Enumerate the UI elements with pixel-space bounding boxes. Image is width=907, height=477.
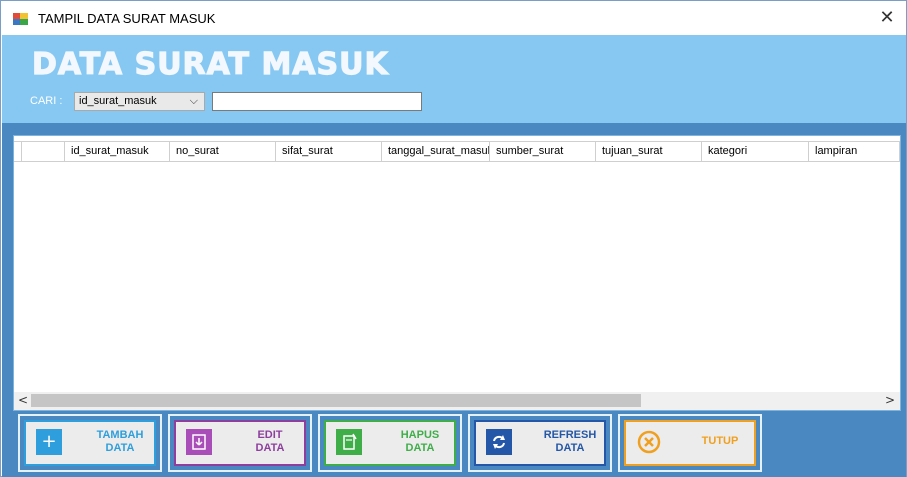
grid-header-row: id_surat_masuk no_surat sifat_surat tang… bbox=[14, 141, 900, 162]
delete-icon bbox=[336, 429, 362, 455]
scrollbar-thumb[interactable] bbox=[31, 394, 641, 407]
column-header-kategori[interactable]: kategori bbox=[702, 142, 809, 161]
column-header-lampiran[interactable]: lampiran bbox=[809, 142, 900, 161]
tutup-label: TUTUP bbox=[701, 435, 739, 447]
column-header-no-surat[interactable]: no_surat bbox=[170, 142, 276, 161]
search-field-dropdown[interactable]: id_surat_masuk ⌵ bbox=[74, 92, 205, 111]
hapus-label-line1: HAPUS bbox=[400, 429, 440, 441]
horizontal-scrollbar[interactable]: < > bbox=[14, 392, 900, 410]
edit-label-line2: DATA bbox=[255, 442, 285, 454]
close-window-button[interactable]: ✕ bbox=[876, 7, 898, 29]
tambah-label-line2: DATA bbox=[105, 442, 135, 454]
hapus-data-button[interactable]: HAPUS DATA bbox=[318, 414, 462, 472]
main-window: TAMPIL DATA SURAT MASUK ✕ DATA SURAT MAS… bbox=[0, 0, 907, 477]
column-header-sumber-surat[interactable]: sumber_surat bbox=[490, 142, 596, 161]
app-icon bbox=[13, 13, 29, 25]
column-header-sifat-surat[interactable]: sifat_surat bbox=[276, 142, 382, 161]
edit-label-line1: EDIT bbox=[257, 429, 283, 441]
scroll-left-icon[interactable]: < bbox=[18, 393, 28, 407]
tambah-data-button[interactable]: + TAMBAH DATA bbox=[18, 414, 162, 472]
grid-left-border bbox=[2, 135, 13, 411]
grid-right-border bbox=[901, 135, 906, 411]
title-bar: TAMPIL DATA SURAT MASUK ✕ bbox=[1, 1, 906, 35]
tambah-label-line1: TAMBAH bbox=[96, 429, 144, 441]
tutup-button[interactable]: TUTUP bbox=[618, 414, 762, 472]
scroll-right-icon[interactable]: > bbox=[885, 393, 895, 407]
search-label: CARI : bbox=[30, 95, 63, 107]
grid-top-band bbox=[2, 123, 906, 135]
search-input[interactable] bbox=[212, 92, 422, 111]
refresh-label-line2: DATA bbox=[555, 442, 585, 454]
chevron-down-icon: ⌵ bbox=[189, 94, 198, 107]
header-panel: DATA SURAT MASUK CARI : id_surat_masuk ⌵ bbox=[2, 35, 906, 123]
hapus-label-line2: DATA bbox=[405, 442, 435, 454]
refresh-icon bbox=[486, 429, 512, 455]
row-header-corner[interactable] bbox=[21, 142, 65, 161]
window-title: TAMPIL DATA SURAT MASUK bbox=[38, 11, 216, 26]
page-title: DATA SURAT MASUK bbox=[31, 46, 389, 82]
edit-data-button[interactable]: EDIT DATA bbox=[168, 414, 312, 472]
column-header-id-surat-masuk[interactable]: id_surat_masuk bbox=[65, 142, 170, 161]
edit-icon bbox=[186, 429, 212, 455]
refresh-label-line1: REFRESH bbox=[543, 429, 597, 441]
column-header-tanggal-surat-masuk[interactable]: tanggal_surat_masuk bbox=[382, 142, 490, 161]
button-bar: + TAMBAH DATA EDIT DATA HAPUS DATA REFRE… bbox=[2, 411, 906, 477]
plus-icon: + bbox=[36, 429, 62, 455]
column-header-tujuan-surat[interactable]: tujuan_surat bbox=[596, 142, 702, 161]
data-grid[interactable]: id_surat_masuk no_surat sifat_surat tang… bbox=[13, 135, 901, 411]
search-field-selected: id_surat_masuk bbox=[79, 95, 157, 107]
refresh-data-button[interactable]: REFRESH DATA bbox=[468, 414, 612, 472]
close-circle-icon bbox=[636, 429, 662, 455]
